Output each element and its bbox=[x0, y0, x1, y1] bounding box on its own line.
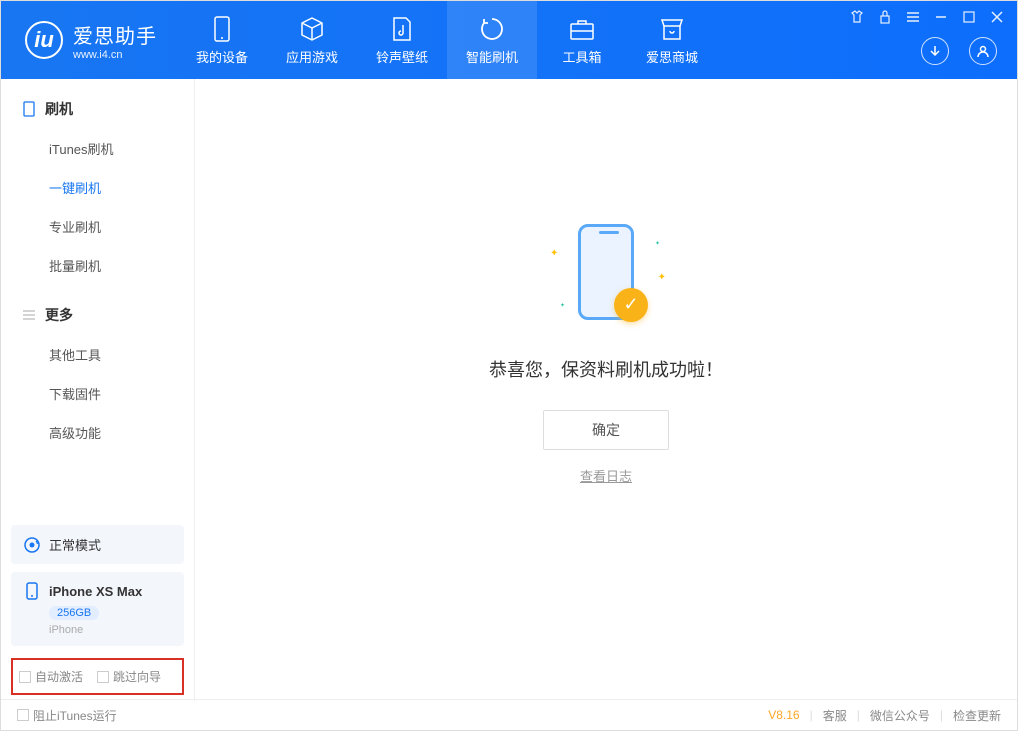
sidebar-item-download-firmware[interactable]: 下载固件 bbox=[1, 374, 194, 413]
view-log-link[interactable]: 查看日志 bbox=[580, 466, 632, 485]
check-badge-icon: ✓ bbox=[614, 288, 648, 322]
maximize-icon[interactable] bbox=[961, 9, 977, 25]
shop-icon bbox=[658, 15, 686, 43]
device-mode-label: 正常模式 bbox=[49, 535, 101, 554]
lock-icon[interactable] bbox=[877, 9, 893, 25]
device-type: iPhone bbox=[23, 624, 83, 636]
sidebar-item-advanced[interactable]: 高级功能 bbox=[1, 413, 194, 452]
device-name: iPhone XS Max bbox=[49, 584, 142, 599]
sidebar: 刷机 iTunes刷机 一键刷机 专业刷机 批量刷机 更多 其他工具 下载固件 … bbox=[1, 79, 195, 701]
app-subtitle: www.i4.cn bbox=[73, 49, 157, 61]
cube-icon bbox=[298, 15, 326, 43]
tab-label: 爱思商城 bbox=[646, 47, 698, 66]
checkbox-skip-guide[interactable]: 跳过向导 bbox=[97, 668, 161, 685]
checkbox-block-itunes[interactable]: 阻止iTunes运行 bbox=[17, 707, 117, 724]
list-icon bbox=[21, 307, 37, 323]
menu-icon[interactable] bbox=[905, 9, 921, 25]
tab-my-device[interactable]: 我的设备 bbox=[177, 1, 267, 79]
ok-button[interactable]: 确定 bbox=[543, 410, 669, 450]
app-logo-icon: iu bbox=[25, 21, 63, 59]
success-illustration: ✦ ✦ ✦ ✦ ✓ bbox=[546, 216, 666, 336]
device-capacity-badge: 256GB bbox=[49, 606, 99, 620]
mode-icon bbox=[23, 536, 41, 554]
footer-link-service[interactable]: 客服 bbox=[823, 707, 847, 724]
tab-toolbox[interactable]: 工具箱 bbox=[537, 1, 627, 79]
main-tabs: 我的设备 应用游戏 铃声壁纸 智能刷机 工具箱 爱思商城 bbox=[177, 1, 717, 79]
tab-label: 应用游戏 bbox=[286, 47, 338, 66]
sidebar-item-oneclick-flash[interactable]: 一键刷机 bbox=[1, 168, 194, 207]
sidebar-group-title: 更多 bbox=[45, 305, 73, 325]
refresh-shield-icon bbox=[478, 15, 506, 43]
device-info-card[interactable]: iPhone XS Max 256GB iPhone bbox=[11, 572, 184, 646]
sidebar-item-other-tools[interactable]: 其他工具 bbox=[1, 335, 194, 374]
minimize-icon[interactable] bbox=[933, 9, 949, 25]
tab-apps-games[interactable]: 应用游戏 bbox=[267, 1, 357, 79]
tab-store[interactable]: 爱思商城 bbox=[627, 1, 717, 79]
briefcase-icon bbox=[568, 15, 596, 43]
checkbox-label: 自动激活 bbox=[35, 668, 83, 685]
phone-icon bbox=[208, 15, 236, 43]
checkbox-icon bbox=[17, 709, 29, 721]
footer-link-update[interactable]: 检查更新 bbox=[953, 707, 1001, 724]
main-content: ✦ ✦ ✦ ✦ ✓ 恭喜您，保资料刷机成功啦！ 确定 查看日志 bbox=[195, 79, 1017, 701]
tab-ringtone-wallpaper[interactable]: 铃声壁纸 bbox=[357, 1, 447, 79]
success-message: 恭喜您，保资料刷机成功啦！ bbox=[489, 356, 723, 382]
device-small-icon bbox=[21, 101, 37, 117]
sidebar-group-title: 刷机 bbox=[45, 99, 73, 119]
logo-section: iu 爱思助手 www.i4.cn bbox=[1, 1, 177, 79]
checkbox-auto-activate[interactable]: 自动激活 bbox=[19, 668, 83, 685]
checkbox-icon bbox=[19, 671, 31, 683]
sidebar-item-batch-flash[interactable]: 批量刷机 bbox=[1, 246, 194, 285]
header-action-icons bbox=[921, 37, 997, 65]
tab-smart-flash[interactable]: 智能刷机 bbox=[447, 1, 537, 79]
phone-small-icon bbox=[23, 582, 41, 600]
checkbox-label: 跳过向导 bbox=[113, 668, 161, 685]
version-label: V8.16 bbox=[768, 708, 799, 722]
music-file-icon bbox=[388, 15, 416, 43]
sidebar-item-pro-flash[interactable]: 专业刷机 bbox=[1, 207, 194, 246]
tab-label: 智能刷机 bbox=[466, 47, 518, 66]
close-icon[interactable] bbox=[989, 9, 1005, 25]
download-button[interactable] bbox=[921, 37, 949, 65]
sparkle-icon: ✦ bbox=[550, 248, 558, 259]
tab-label: 工具箱 bbox=[562, 47, 601, 66]
sparkle-icon: ✦ bbox=[655, 240, 660, 247]
user-button[interactable] bbox=[969, 37, 997, 65]
window-controls bbox=[849, 9, 1005, 25]
sparkle-icon: ✦ bbox=[658, 272, 666, 283]
flash-options-row: 自动激活 跳过向导 bbox=[11, 658, 184, 695]
checkbox-icon bbox=[97, 671, 109, 683]
app-title: 爱思助手 bbox=[73, 20, 157, 49]
tab-label: 铃声壁纸 bbox=[376, 47, 428, 66]
sidebar-group-more: 更多 bbox=[1, 299, 194, 335]
device-mode-card[interactable]: 正常模式 bbox=[11, 525, 184, 564]
footer-link-wechat[interactable]: 微信公众号 bbox=[870, 707, 930, 724]
sidebar-item-itunes-flash[interactable]: iTunes刷机 bbox=[1, 129, 194, 168]
shirt-icon[interactable] bbox=[849, 9, 865, 25]
tab-label: 我的设备 bbox=[196, 47, 248, 66]
title-bar: iu 爱思助手 www.i4.cn 我的设备 应用游戏 铃声壁纸 智能刷机 工具… bbox=[1, 1, 1017, 79]
checkbox-label: 阻止iTunes运行 bbox=[33, 707, 117, 724]
sidebar-group-flash: 刷机 bbox=[1, 93, 194, 129]
sparkle-icon: ✦ bbox=[560, 302, 565, 309]
footer-bar: 阻止iTunes运行 V8.16 | 客服 | 微信公众号 | 检查更新 bbox=[1, 699, 1017, 730]
